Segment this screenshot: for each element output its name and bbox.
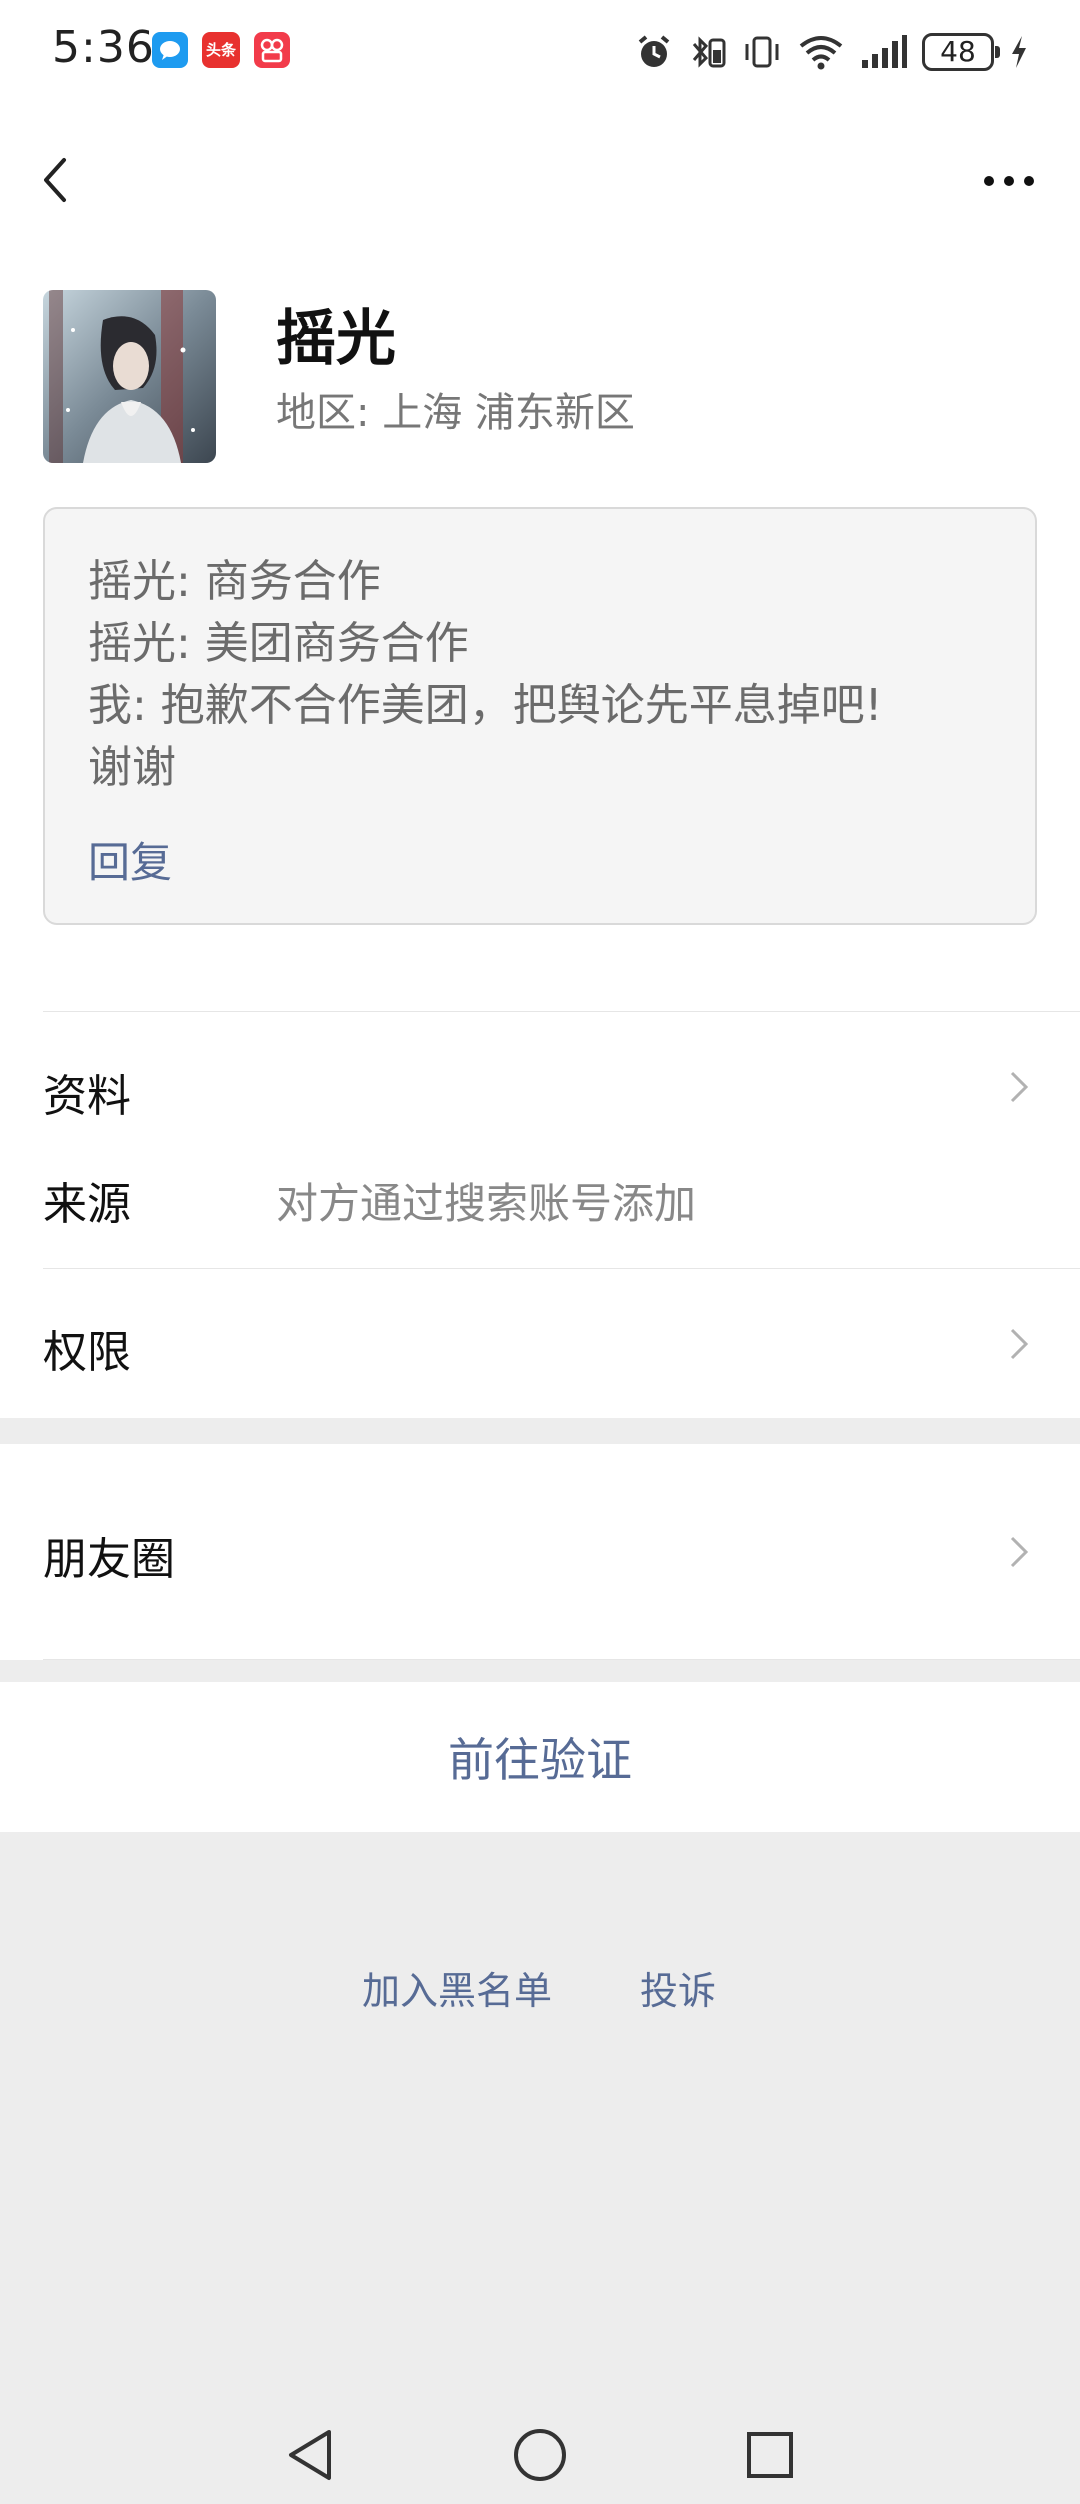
profile-info-label: 资料 [43,1071,131,1122]
source-value: 对方通过搜索账号添加 [276,1179,697,1228]
status-bar: 5:36 头条 48 [0,0,1080,104]
message-line: 摇光: 美团商务合作 [88,618,469,669]
vibrate-icon [745,36,779,68]
section-gap [0,1418,1080,1444]
divider [43,1011,1080,1012]
status-time: 5:36 [52,22,155,73]
system-navigation-bar [0,2400,1080,2504]
permissions-label: 权限 [43,1327,131,1378]
back-chevron-icon[interactable] [34,150,74,210]
report-link[interactable]: 投诉 [640,1960,716,2015]
message-line: 我: 抱歉不合作美团，把舆论先平息掉吧! [88,680,883,731]
profile-name: 摇光 [276,304,396,374]
battery-level: 48 [940,35,976,68]
add-to-blacklist-link[interactable]: 加入黑名单 [362,1960,552,2015]
more-dot [984,176,994,186]
profile-region: 地区: 上海 浦东新区 [276,390,635,436]
chevron-right-icon [1010,1071,1029,1103]
nav-recents-square-icon[interactable] [735,2420,805,2490]
profile-info-row[interactable] [0,1030,1080,1145]
message-app-icon [152,32,188,68]
charging-icon [1012,36,1026,68]
chevron-right-icon [1010,1328,1029,1360]
avatar[interactable] [43,290,216,463]
permissions-row[interactable] [0,1270,1080,1416]
source-label: 来源 [43,1179,131,1230]
more-dot [1024,176,1034,186]
nav-home-circle-icon[interactable] [505,2420,575,2490]
verify-section: 前往验证 [0,1682,1080,1832]
nav-back-triangle-icon[interactable] [275,2420,345,2490]
more-dot [1004,176,1014,186]
alarm-icon [638,35,670,67]
signal-icon [862,35,907,68]
video-app-icon [254,32,290,68]
divider [43,1268,1080,1269]
battery-icon: 48 [922,33,1000,71]
toutiao-app-label: 头条 [205,41,236,59]
reply-link[interactable]: 回复 [88,829,172,890]
verification-messages: 摇光: 商务合作 摇光: 美团商务合作 我: 抱歉不合作美团，把舆论先平息掉吧!… [43,507,1037,925]
moments-label: 朋友圈 [43,1534,175,1585]
message-line: 谢谢 [88,742,176,793]
bluetooth-battery-icon [692,36,726,68]
go-verify-button[interactable]: 前往验证 [0,1682,1080,1832]
divider [43,1659,1080,1660]
more-options-button[interactable] [984,166,1040,196]
chevron-right-icon [1010,1536,1029,1568]
message-line: 摇光: 商务合作 [88,556,381,607]
wifi-icon [799,36,843,70]
toutiao-app-icon: 头条 [202,32,240,68]
status-icons: 48 [634,28,1030,76]
